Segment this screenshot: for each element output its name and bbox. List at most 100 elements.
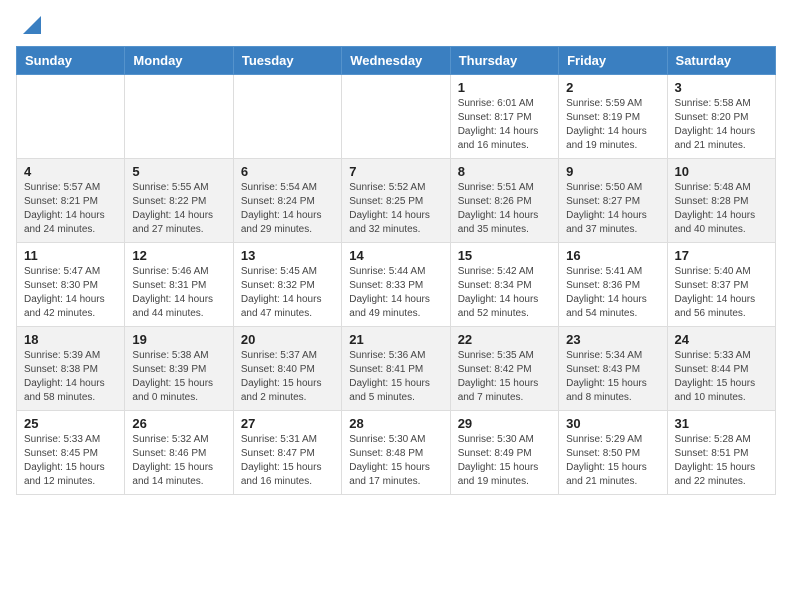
- day-info: Sunrise: 5:55 AMSunset: 8:22 PMDaylight:…: [132, 181, 225, 237]
- calendar-day-cell: 22 Sunrise: 5:35 AMSunset: 8:42 PMDayligh…: [450, 327, 558, 411]
- day-number: 31: [675, 416, 768, 431]
- day-info: Sunrise: 5:39 AMSunset: 8:38 PMDaylight:…: [24, 349, 117, 405]
- day-info: Sunrise: 5:34 AMSunset: 8:43 PMDaylight:…: [566, 349, 659, 405]
- day-info: Sunrise: 5:33 AMSunset: 8:44 PMDaylight:…: [675, 349, 768, 405]
- calendar-day-cell: 21Sunrise: 5:36 AMSunset: 8:41 PMDayligh…: [342, 327, 450, 411]
- day-number: 8: [458, 164, 551, 179]
- page-header: [16, 16, 776, 34]
- calendar-day-cell: 8 Sunrise: 5:51 AMSunset: 8:26 PMDaylight…: [450, 159, 558, 243]
- calendar-day-cell: 10 Sunrise: 5:48 AMSunset: 8:28 PMDayligh…: [667, 159, 775, 243]
- day-number: 17: [675, 248, 768, 263]
- day-info: Sunrise: 5:29 AMSunset: 8:50 PMDaylight:…: [566, 433, 659, 489]
- calendar-day-cell: 9 Sunrise: 5:50 AMSunset: 8:27 PMDaylight…: [559, 159, 667, 243]
- day-info: Sunrise: 5:46 AMSunset: 8:31 PMDaylight:…: [132, 265, 225, 321]
- calendar-day-cell: 16 Sunrise: 5:41 AMSunset: 8:36 PMDayligh…: [559, 243, 667, 327]
- day-number: 19: [132, 332, 225, 347]
- calendar-day-cell: [233, 75, 341, 159]
- day-info: Sunrise: 5:33 AMSunset: 8:45 PMDaylight:…: [24, 433, 117, 489]
- calendar-week-row: 4Sunrise: 5:57 AMSunset: 8:21 PMDaylight…: [17, 159, 776, 243]
- calendar-day-cell: [342, 75, 450, 159]
- calendar-day-cell: 18Sunrise: 5:39 AMSunset: 8:38 PMDayligh…: [17, 327, 125, 411]
- day-number: 23: [566, 332, 659, 347]
- day-info: Sunrise: 5:28 AMSunset: 8:51 PMDaylight:…: [675, 433, 768, 489]
- day-number: 21: [349, 332, 442, 347]
- calendar-week-row: 1 Sunrise: 6:01 AMSunset: 8:17 PMDaylight…: [17, 75, 776, 159]
- day-number: 16: [566, 248, 659, 263]
- day-info: Sunrise: 5:40 AMSunset: 8:37 PMDaylight:…: [675, 265, 768, 321]
- day-number: 7: [349, 164, 442, 179]
- day-number: 12: [132, 248, 225, 263]
- day-info: Sunrise: 5:45 AMSunset: 8:32 PMDaylight:…: [241, 265, 334, 321]
- day-number: 2: [566, 80, 659, 95]
- day-number: 24: [675, 332, 768, 347]
- day-of-week-header: Wednesday: [342, 47, 450, 75]
- day-number: 20: [241, 332, 334, 347]
- day-info: Sunrise: 5:32 AMSunset: 8:46 PMDaylight:…: [132, 433, 225, 489]
- calendar-day-cell: 28 Sunrise: 5:30 AMSunset: 8:48 PMDayligh…: [342, 411, 450, 495]
- calendar-day-cell: 24 Sunrise: 5:33 AMSunset: 8:44 PMDayligh…: [667, 327, 775, 411]
- calendar-day-cell: 27 Sunrise: 5:31 AMSunset: 8:47 PMDayligh…: [233, 411, 341, 495]
- calendar-week-row: 11 Sunrise: 5:47 AMSunset: 8:30 PMDayligh…: [17, 243, 776, 327]
- calendar-day-cell: 30 Sunrise: 5:29 AMSunset: 8:50 PMDayligh…: [559, 411, 667, 495]
- calendar-day-cell: 25 Sunrise: 5:33 AMSunset: 8:45 PMDayligh…: [17, 411, 125, 495]
- calendar-day-cell: 1 Sunrise: 6:01 AMSunset: 8:17 PMDaylight…: [450, 75, 558, 159]
- day-info: Sunrise: 5:30 AMSunset: 8:48 PMDaylight:…: [349, 433, 442, 489]
- calendar-day-cell: 5 Sunrise: 5:55 AMSunset: 8:22 PMDaylight…: [125, 159, 233, 243]
- day-number: 15: [458, 248, 551, 263]
- day-number: 11: [24, 248, 117, 263]
- day-number: 27: [241, 416, 334, 431]
- day-info: Sunrise: 5:38 AMSunset: 8:39 PMDaylight:…: [132, 349, 225, 405]
- calendar-week-row: 18Sunrise: 5:39 AMSunset: 8:38 PMDayligh…: [17, 327, 776, 411]
- calendar-day-cell: 19 Sunrise: 5:38 AMSunset: 8:39 PMDayligh…: [125, 327, 233, 411]
- day-of-week-header: Monday: [125, 47, 233, 75]
- day-info: Sunrise: 6:01 AMSunset: 8:17 PMDaylight:…: [458, 97, 551, 153]
- calendar-day-cell: 26 Sunrise: 5:32 AMSunset: 8:46 PMDayligh…: [125, 411, 233, 495]
- day-info: Sunrise: 5:48 AMSunset: 8:28 PMDaylight:…: [675, 181, 768, 237]
- calendar-day-cell: 31 Sunrise: 5:28 AMSunset: 8:51 PMDayligh…: [667, 411, 775, 495]
- day-info: Sunrise: 5:54 AMSunset: 8:24 PMDaylight:…: [241, 181, 334, 237]
- day-number: 28: [349, 416, 442, 431]
- calendar-day-cell: 4Sunrise: 5:57 AMSunset: 8:21 PMDaylight…: [17, 159, 125, 243]
- logo: [16, 16, 41, 34]
- day-info: Sunrise: 5:58 AMSunset: 8:20 PMDaylight:…: [675, 97, 768, 153]
- day-number: 10: [675, 164, 768, 179]
- day-number: 6: [241, 164, 334, 179]
- day-of-week-header: Tuesday: [233, 47, 341, 75]
- calendar-day-cell: 17 Sunrise: 5:40 AMSunset: 8:37 PMDayligh…: [667, 243, 775, 327]
- calendar-day-cell: [17, 75, 125, 159]
- day-number: 1: [458, 80, 551, 95]
- calendar-day-cell: 14Sunrise: 5:44 AMSunset: 8:33 PMDayligh…: [342, 243, 450, 327]
- day-info: Sunrise: 5:30 AMSunset: 8:49 PMDaylight:…: [458, 433, 551, 489]
- day-number: 5: [132, 164, 225, 179]
- day-number: 22: [458, 332, 551, 347]
- day-number: 25: [24, 416, 117, 431]
- calendar-day-cell: [125, 75, 233, 159]
- day-info: Sunrise: 5:50 AMSunset: 8:27 PMDaylight:…: [566, 181, 659, 237]
- day-of-week-header: Friday: [559, 47, 667, 75]
- calendar-day-cell: 23 Sunrise: 5:34 AMSunset: 8:43 PMDayligh…: [559, 327, 667, 411]
- day-info: Sunrise: 5:37 AMSunset: 8:40 PMDaylight:…: [241, 349, 334, 405]
- calendar-day-cell: 12 Sunrise: 5:46 AMSunset: 8:31 PMDayligh…: [125, 243, 233, 327]
- day-of-week-header: Thursday: [450, 47, 558, 75]
- calendar-day-cell: 20 Sunrise: 5:37 AMSunset: 8:40 PMDayligh…: [233, 327, 341, 411]
- day-info: Sunrise: 5:52 AMSunset: 8:25 PMDaylight:…: [349, 181, 442, 237]
- day-of-week-header: Sunday: [17, 47, 125, 75]
- day-info: Sunrise: 5:41 AMSunset: 8:36 PMDaylight:…: [566, 265, 659, 321]
- calendar-day-cell: 6 Sunrise: 5:54 AMSunset: 8:24 PMDaylight…: [233, 159, 341, 243]
- day-number: 30: [566, 416, 659, 431]
- calendar-day-cell: 29Sunrise: 5:30 AMSunset: 8:49 PMDayligh…: [450, 411, 558, 495]
- day-number: 14: [349, 248, 442, 263]
- day-number: 9: [566, 164, 659, 179]
- day-of-week-header: Saturday: [667, 47, 775, 75]
- day-number: 26: [132, 416, 225, 431]
- calendar-day-cell: 11 Sunrise: 5:47 AMSunset: 8:30 PMDayligh…: [17, 243, 125, 327]
- day-info: Sunrise: 5:51 AMSunset: 8:26 PMDaylight:…: [458, 181, 551, 237]
- day-info: Sunrise: 5:35 AMSunset: 8:42 PMDaylight:…: [458, 349, 551, 405]
- day-info: Sunrise: 5:59 AMSunset: 8:19 PMDaylight:…: [566, 97, 659, 153]
- calendar-table: SundayMondayTuesdayWednesdayThursdayFrid…: [16, 46, 776, 495]
- calendar-day-cell: 2 Sunrise: 5:59 AMSunset: 8:19 PMDaylight…: [559, 75, 667, 159]
- day-info: Sunrise: 5:42 AMSunset: 8:34 PMDaylight:…: [458, 265, 551, 321]
- calendar-header-row: SundayMondayTuesdayWednesdayThursdayFrid…: [17, 47, 776, 75]
- day-info: Sunrise: 5:47 AMSunset: 8:30 PMDaylight:…: [24, 265, 117, 321]
- day-info: Sunrise: 5:31 AMSunset: 8:47 PMDaylight:…: [241, 433, 334, 489]
